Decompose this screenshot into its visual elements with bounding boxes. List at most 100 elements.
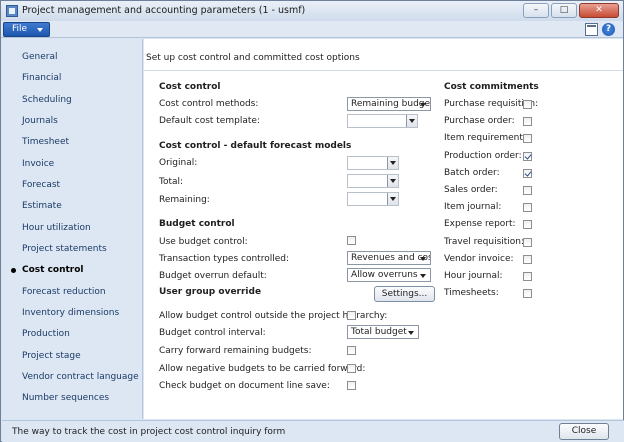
budget-interval-label: Budget control interval: <box>159 328 266 338</box>
commitment-label: Item journal: <box>444 202 502 213</box>
commitment-checkbox[interactable] <box>523 254 532 264</box>
lookup-button[interactable] <box>387 193 398 205</box>
minimize-button[interactable]: – <box>523 3 549 18</box>
cost-control-methods-value: Remaining budget <box>351 99 431 109</box>
budget-overrun-select[interactable]: Allow overruns <box>347 268 431 282</box>
cost-control-methods-label: Cost control methods: <box>159 99 259 109</box>
transaction-types-select[interactable]: Revenues and costs <box>347 251 431 265</box>
budget-overrun-label: Budget overrun default: <box>159 271 267 281</box>
carry-forward-label: Carry forward remaining budgets: <box>159 346 312 356</box>
sidebar-item-project-stage[interactable]: Project stage <box>22 351 81 361</box>
page-description: Set up cost control and committed cost o… <box>146 53 360 63</box>
outside-hierarchy-checkbox[interactable] <box>347 311 356 320</box>
carry-forward-checkbox[interactable] <box>347 346 356 355</box>
transaction-types-value: Revenues and costs <box>351 253 430 263</box>
commitment-checkbox[interactable] <box>523 220 532 230</box>
budget-overrun-value: Allow overruns <box>351 270 418 280</box>
budget-control-heading: Budget control <box>159 219 235 229</box>
sidebar-item-financial[interactable]: Financial <box>22 73 61 83</box>
total-forecast-field[interactable] <box>347 174 399 188</box>
sidebar-item-project-statements[interactable]: Project statements <box>22 244 107 254</box>
lookup-button[interactable] <box>387 175 398 187</box>
default-cost-template-field[interactable] <box>347 114 418 128</box>
menu-bar: File ? <box>1 21 623 38</box>
close-button[interactable]: Close <box>559 423 609 440</box>
transaction-types-label: Transaction types controlled: <box>159 254 289 264</box>
file-menu-label: File <box>12 24 28 34</box>
budget-interval-select[interactable]: Total budget <box>347 325 419 339</box>
commitment-label: Production order: <box>444 150 522 161</box>
status-bar: The way to track the cost in project cos… <box>2 420 624 442</box>
commitment-label: Purchase order: <box>444 116 515 127</box>
remaining-forecast-field[interactable] <box>347 192 399 206</box>
forecast-models-heading: Cost control - default forecast models <box>159 141 352 151</box>
maximize-button[interactable]: □ <box>551 3 577 18</box>
budget-interval-value: Total budget <box>351 327 407 337</box>
cost-control-methods-select[interactable]: Remaining budget <box>347 97 431 111</box>
sidebar-item-scheduling[interactable]: Scheduling <box>22 95 72 105</box>
commitment-checkbox[interactable] <box>523 117 532 127</box>
commitment-checkbox[interactable] <box>523 289 532 299</box>
commitment-label: Batch order: <box>444 167 500 178</box>
sidebar-item-forecast[interactable]: Forecast <box>22 180 60 190</box>
commitment-label: Hour journal: <box>444 271 503 281</box>
content-pane: Set up cost control and committed cost o… <box>144 39 623 419</box>
commitment-label: Timesheets: <box>444 288 499 299</box>
commitment-checkbox[interactable] <box>523 237 532 247</box>
commitment-checkbox[interactable] <box>523 168 532 178</box>
check-budget-label: Check budget on document line save: <box>159 381 330 391</box>
commitment-label: Expense report: <box>444 219 516 230</box>
lookup-button[interactable] <box>406 115 417 127</box>
default-cost-template-label: Default cost template: <box>159 116 260 126</box>
commitment-label: Vendor invoice: <box>444 253 514 264</box>
app-icon <box>6 5 18 17</box>
sidebar-item-timesheet[interactable]: Timesheet <box>22 137 69 147</box>
use-budget-control-checkbox[interactable] <box>347 236 356 245</box>
chevron-down-icon <box>37 28 43 32</box>
window-controls: – □ ✕ <box>523 3 619 18</box>
sidebar-item-journals[interactable]: Journals <box>22 116 58 126</box>
sidebar-item-forecast-reduction[interactable]: Forecast reduction <box>22 287 106 297</box>
grid-view-icon[interactable] <box>585 23 598 36</box>
chevron-down-icon <box>420 257 426 261</box>
sidebar-item-cost-control[interactable]: Cost control <box>22 265 84 275</box>
commitment-checkbox[interactable] <box>523 100 532 109</box>
user-group-override-label: User group override <box>159 287 262 297</box>
sidebar-item-hour-utilization[interactable]: Hour utilization <box>22 223 91 233</box>
original-forecast-field[interactable] <box>347 156 399 170</box>
sidebar-item-production[interactable]: Production <box>22 329 70 339</box>
lookup-button[interactable] <box>387 157 398 169</box>
remaining-label: Remaining: <box>159 195 210 205</box>
commitment-checkbox[interactable] <box>523 186 532 195</box>
commitment-label: Travel requisition: <box>444 236 525 247</box>
sidebar-item-vendor-contract-language[interactable]: Vendor contract language <box>22 372 139 382</box>
settings-button[interactable]: Settings... <box>374 286 435 302</box>
sidebar-item-inventory-dimensions[interactable]: Inventory dimensions <box>22 308 119 318</box>
chevron-down-icon <box>420 103 426 107</box>
chevron-down-icon <box>408 331 414 335</box>
negative-budgets-label: Allow negative budgets to be carried for… <box>159 364 366 374</box>
title-bar: Project management and accounting parame… <box>1 1 623 21</box>
sidebar-item-number-sequences[interactable]: Number sequences <box>22 393 109 403</box>
help-icon[interactable]: ? <box>602 23 615 36</box>
commitment-checkbox[interactable] <box>523 134 532 144</box>
sidebar-item-invoice[interactable]: Invoice <box>22 159 54 169</box>
chevron-down-icon <box>420 274 426 278</box>
commitment-label: Item requirement: <box>444 133 526 144</box>
use-budget-control-label: Use budget control: <box>159 237 248 247</box>
sidebar-item-general[interactable]: General <box>22 52 57 62</box>
sidebar-item-estimate[interactable]: Estimate <box>22 201 62 211</box>
cost-commitments-heading: Cost commitments <box>444 82 539 92</box>
commitment-checkbox[interactable] <box>523 203 532 213</box>
file-menu-button[interactable]: File <box>3 22 50 37</box>
check-budget-checkbox[interactable] <box>347 381 356 390</box>
window-title: Project management and accounting parame… <box>22 5 306 16</box>
commitment-checkbox[interactable] <box>523 151 532 161</box>
cost-control-heading: Cost control <box>159 82 221 92</box>
status-text: The way to track the cost in project cos… <box>12 427 286 437</box>
commitment-checkbox[interactable] <box>523 272 532 281</box>
description-area: Set up cost control and committed cost o… <box>144 39 623 71</box>
negative-budgets-checkbox[interactable] <box>347 364 356 373</box>
close-window-button[interactable]: ✕ <box>579 3 619 18</box>
active-bullet-icon <box>11 268 16 273</box>
